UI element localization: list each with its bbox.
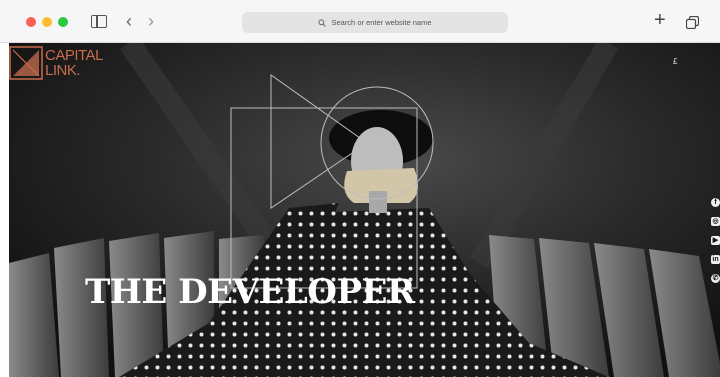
hero-image (9, 43, 720, 377)
search-icon (318, 18, 327, 27)
browser-toolbar: ‹ › Search or enter website name + (0, 0, 720, 43)
menu-icon[interactable]: £ (673, 57, 677, 66)
site-logo[interactable]: CAPITAL LINK. (9, 46, 103, 80)
logo-text-line1: CAPITAL (45, 47, 103, 64)
zoom-window-button[interactable] (58, 17, 68, 27)
minimize-window-button[interactable] (42, 17, 52, 27)
page-viewport: CAPITAL LINK. £ f ◎ ▶ in ✆ THE DEVELOPER (9, 43, 720, 377)
sidebar-toggle-icon[interactable] (91, 15, 107, 28)
instagram-icon[interactable]: ◎ (711, 217, 720, 226)
social-links: f ◎ ▶ in ✆ (711, 198, 720, 283)
facebook-icon[interactable]: f (711, 198, 720, 207)
address-placeholder: Search or enter website name (331, 18, 432, 27)
capital-link-logo-icon (9, 46, 43, 80)
tab-overview-icon[interactable] (685, 15, 700, 30)
back-icon[interactable]: ‹ (126, 10, 132, 32)
new-tab-button[interactable]: + (654, 9, 666, 31)
youtube-icon[interactable]: ▶ (711, 236, 720, 245)
hero-headline: THE DEVELOPER (85, 272, 415, 312)
linkedin-icon[interactable]: in (711, 255, 720, 264)
close-window-button[interactable] (26, 17, 36, 27)
forward-icon[interactable]: › (148, 10, 154, 32)
address-bar[interactable]: Search or enter website name (242, 12, 508, 33)
logo-text-line2: LINK. (45, 62, 81, 79)
whatsapp-icon[interactable]: ✆ (711, 274, 720, 283)
